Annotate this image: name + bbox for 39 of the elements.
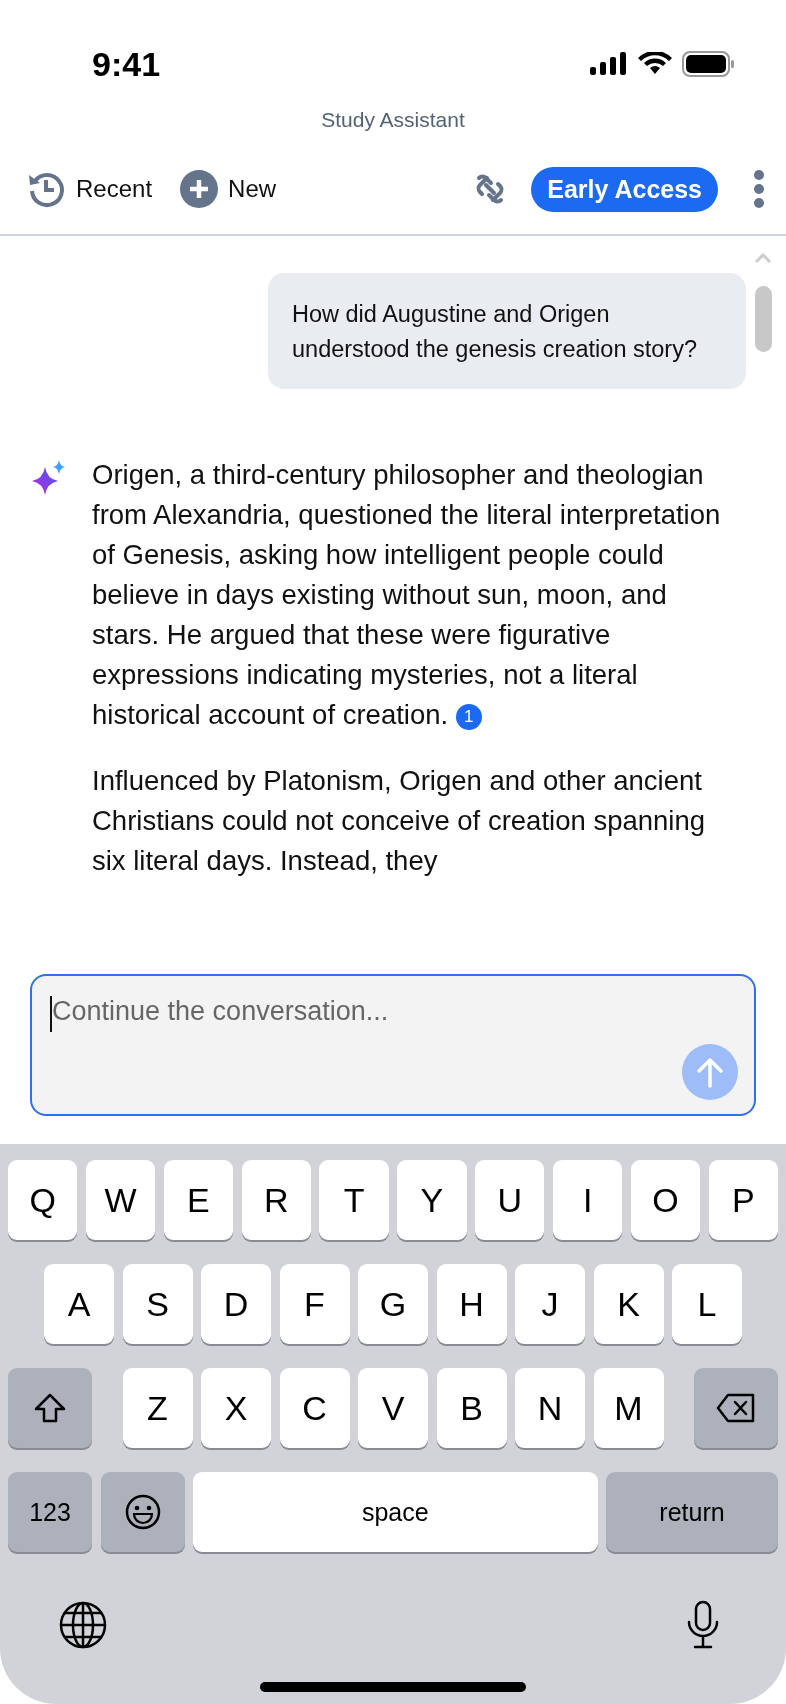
keyboard-key[interactable]: S — [122, 1264, 193, 1344]
keyboard-key[interactable]: V — [358, 1368, 428, 1448]
keyboard-key[interactable]: L — [672, 1264, 742, 1344]
keyboard-key[interactable]: G — [358, 1264, 428, 1344]
keyboard-key[interactable]: P — [708, 1160, 778, 1240]
keyboard-key[interactable]: D — [201, 1264, 271, 1344]
keyboard-key[interactable]: Y — [397, 1160, 467, 1240]
keyboard-key[interactable]: A — [44, 1264, 114, 1344]
keyboard-key[interactable]: K — [593, 1264, 664, 1344]
clock-time: 9:41 — [92, 44, 161, 84]
keyboard-key[interactable]: B — [436, 1368, 507, 1448]
keyboard-key[interactable]: M — [593, 1368, 664, 1448]
user-message: How did Augustine and Origen understood the genesis creation story? — [268, 273, 746, 389]
keyboard-key[interactable]: X — [201, 1368, 271, 1448]
new-button[interactable]: New — [180, 170, 277, 208]
keyboard-key[interactable]: O — [630, 1160, 701, 1240]
keyboard-key[interactable]: space — [193, 1472, 598, 1552]
citation-badge[interactable]: 1 — [455, 704, 482, 730]
answer-paragraph: Origen, a third-century philosopher and theologian from Alexandria, questioned the literal interpretation of Genesis, asking how intelligent people could believe in days existing without sun, moon, and stars. He argued that these were figurative expressions indicating mysteries, not a literal historical account of creation. 1 — [92, 458, 722, 732]
keyboard-key[interactable]: J — [515, 1264, 585, 1344]
keyboard-key[interactable]: T — [319, 1160, 389, 1240]
answer-paragraph: Influenced by Platonism, Origen and other ancient Christians could not conceive of creation spanning six literal days. Instead, they — [92, 764, 706, 878]
early-access-badge[interactable]: Early Access — [531, 166, 718, 212]
keyboard-key[interactable]: E — [163, 1160, 234, 1240]
keyboard-key[interactable]: N — [515, 1368, 585, 1448]
message-input[interactable]: Continue the conversation... — [52, 996, 702, 1027]
keyboard-key[interactable]: R — [241, 1160, 311, 1240]
keyboard-key[interactable]: U — [475, 1160, 545, 1240]
keyboard-key[interactable]: F — [279, 1264, 350, 1344]
recent-button[interactable]: Recent — [26, 169, 153, 209]
keyboard-key[interactable]: I — [552, 1160, 623, 1240]
keyboard-key[interactable]: W — [85, 1160, 156, 1240]
keyboard-key[interactable]: C — [279, 1368, 350, 1448]
keyboard-key[interactable]: H — [436, 1264, 507, 1344]
app-title: Study Assistant — [320, 108, 466, 133]
keyboard-key[interactable]: 123 — [8, 1472, 92, 1552]
keyboard-key[interactable]: Z — [122, 1368, 193, 1448]
keyboard-key[interactable]: return — [606, 1472, 778, 1552]
keyboard-key[interactable]: Q — [8, 1160, 78, 1240]
